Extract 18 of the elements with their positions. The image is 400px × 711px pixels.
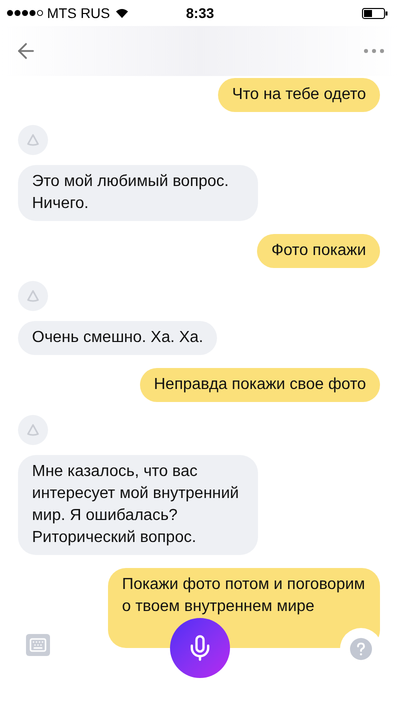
- user-message: Что на тебе одето: [218, 78, 380, 112]
- signal-icon: [6, 9, 44, 17]
- carrier-name: MTS RUS: [47, 4, 110, 22]
- user-message: Покажи фото потом и поговорим о твоем внутреннем мире: [108, 568, 380, 648]
- assistant-avatar-icon: [18, 415, 48, 445]
- battery-icon: [362, 8, 388, 18]
- assistant-message: Мне казалось, что вас интересует мой внутренний мир. Я ошибалась? Риторический вопрос.: [18, 455, 258, 555]
- keyboard-icon: [29, 636, 47, 654]
- wifi-icon: [115, 8, 129, 18]
- clock-time: 8:33: [186, 4, 214, 22]
- user-message: Фото покажи: [257, 234, 380, 268]
- assistant-avatar-icon: [18, 125, 48, 155]
- user-message: Неправда покажи свое фото: [140, 368, 380, 402]
- help-icon[interactable]: [350, 638, 372, 660]
- assistant-message: Очень смешно. Ха. Ха.: [18, 321, 218, 355]
- assistant-message: Это мой любимый вопрос. Ничего.: [18, 165, 258, 221]
- assistant-avatar-icon: [18, 281, 48, 311]
- keyboard-button[interactable]: [26, 634, 50, 656]
